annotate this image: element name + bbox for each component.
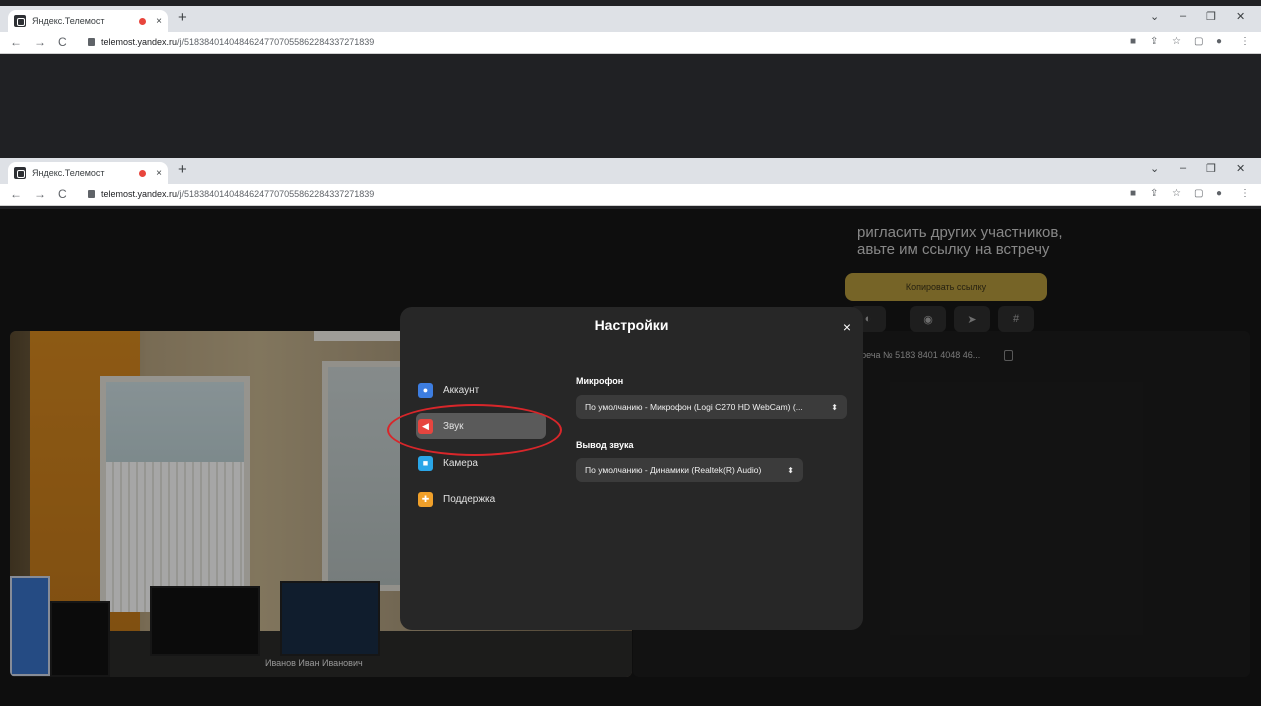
url-path: /j/5183840140484624770705586228433727183… (177, 189, 375, 199)
support-icon: ✚ (418, 491, 433, 507)
menu-icon[interactable]: ⋮ (1240, 188, 1250, 199)
minimize-button[interactable]: – (1180, 10, 1186, 22)
telemost-favicon-icon (14, 167, 26, 179)
settings-menu-label: Поддержка (443, 493, 496, 505)
close-window-button[interactable]: ✕ (1236, 10, 1245, 23)
browser-tab[interactable]: Яндекс.Телемост × (8, 162, 168, 184)
close-window-button[interactable]: ✕ (1236, 162, 1245, 175)
restore-button[interactable]: ❐ (1206, 162, 1216, 175)
account-icon: ● (418, 382, 433, 398)
share-icon[interactable]: ⇪ (1150, 36, 1158, 47)
settings-menu-label: Аккаунт (443, 384, 480, 396)
url-host: telemost.yandex.ru (101, 37, 178, 47)
forward-icon[interactable]: → (34, 187, 46, 201)
tab-strip: Яндекс.Телемост × + ⌄ – ❐ ✕ (0, 6, 1261, 32)
tab-close-button[interactable]: × (156, 168, 162, 179)
browser-window-back: Яндекс.Телемост × + ⌄ – ❐ ✕ ← → C telemo… (0, 6, 1261, 54)
profile-icon[interactable]: ● (1216, 36, 1222, 47)
select-chevron-icon: ⬍ (831, 402, 838, 412)
url-field[interactable]: telemost.yandex.ru /j/518384014048462477… (88, 189, 374, 199)
bookmark-star-icon[interactable]: ☆ (1172, 36, 1181, 47)
camera-in-use-icon[interactable]: ■ (1130, 188, 1136, 199)
lock-icon (88, 190, 95, 198)
forward-icon[interactable]: → (34, 35, 46, 49)
menu-icon[interactable]: ⋮ (1240, 36, 1250, 47)
address-bar-row: ← → C telemost.yandex.ru /j/518384014048… (0, 184, 1261, 206)
tab-strip: Яндекс.Телемост × + ⌄ – ❐ ✕ (0, 158, 1261, 184)
camera-in-use-icon[interactable]: ■ (1130, 36, 1136, 47)
share-icon[interactable]: ⇪ (1150, 188, 1158, 199)
recording-dot-icon (139, 17, 147, 25)
minimize-button[interactable]: – (1180, 162, 1186, 174)
url-field[interactable]: telemost.yandex.ru /j/518384014048462477… (88, 37, 374, 47)
tab-search-button[interactable]: ⌄ (1150, 10, 1159, 23)
address-bar-row: ← → C telemost.yandex.ru /j/518384014048… (0, 32, 1261, 54)
reload-icon[interactable]: C (58, 187, 67, 201)
settings-title: Настройки (594, 317, 669, 333)
audio-output-select-value: По умолчанию - Динамики (Realtek(R) Audi… (585, 465, 762, 475)
profile-icon[interactable]: ● (1216, 188, 1222, 199)
browser-tab[interactable]: Яндекс.Телемост × (8, 10, 168, 32)
tab-search-button[interactable]: ⌄ (1150, 162, 1159, 175)
new-tab-button[interactable]: + (178, 161, 187, 178)
microphone-label: Микрофон (576, 376, 624, 386)
browser-window-front: Яндекс.Телемост × + ⌄ – ❐ ✕ ← → C telemo… (0, 158, 1261, 206)
bookmark-star-icon[interactable]: ☆ (1172, 188, 1181, 199)
sidepanel-icon[interactable]: ▢ (1194, 36, 1203, 47)
tab-title: Яндекс.Телемост (32, 16, 105, 26)
recording-dot-icon (139, 169, 147, 177)
annotation-highlight-circle (387, 404, 562, 456)
reload-icon[interactable]: C (58, 35, 67, 49)
settings-dialog: Настройки × ● Аккаунт ◀ Звук ■ Камера ✚ … (400, 307, 863, 630)
sidepanel-icon[interactable]: ▢ (1194, 188, 1203, 199)
settings-menu-label: Камера (443, 457, 478, 469)
tab-close-button[interactable]: × (156, 16, 162, 27)
settings-menu-support[interactable]: ✚ Поддержка (416, 486, 546, 512)
audio-output-label: Вывод звука (576, 440, 634, 450)
lock-icon (88, 38, 95, 46)
restore-button[interactable]: ❐ (1206, 10, 1216, 23)
back-icon[interactable]: ← (10, 187, 22, 201)
tab-title: Яндекс.Телемост (32, 168, 105, 178)
back-icon[interactable]: ← (10, 35, 22, 49)
microphone-select-value: По умолчанию - Микрофон (Logi C270 HD We… (585, 402, 803, 412)
settings-close-button[interactable]: × (843, 319, 851, 335)
camera-icon: ■ (418, 455, 433, 471)
new-tab-button[interactable]: + (178, 9, 187, 26)
settings-menu-account[interactable]: ● Аккаунт (416, 377, 546, 403)
select-chevron-icon: ⬍ (787, 465, 794, 475)
url-path: /j/5183840140484624770705586228433727183… (177, 37, 375, 47)
microphone-select[interactable]: По умолчанию - Микрофон (Logi C270 HD We… (576, 395, 847, 419)
audio-output-select[interactable]: По умолчанию - Динамики (Realtek(R) Audi… (576, 458, 803, 482)
url-host: telemost.yandex.ru (101, 189, 178, 199)
telemost-favicon-icon (14, 15, 26, 27)
